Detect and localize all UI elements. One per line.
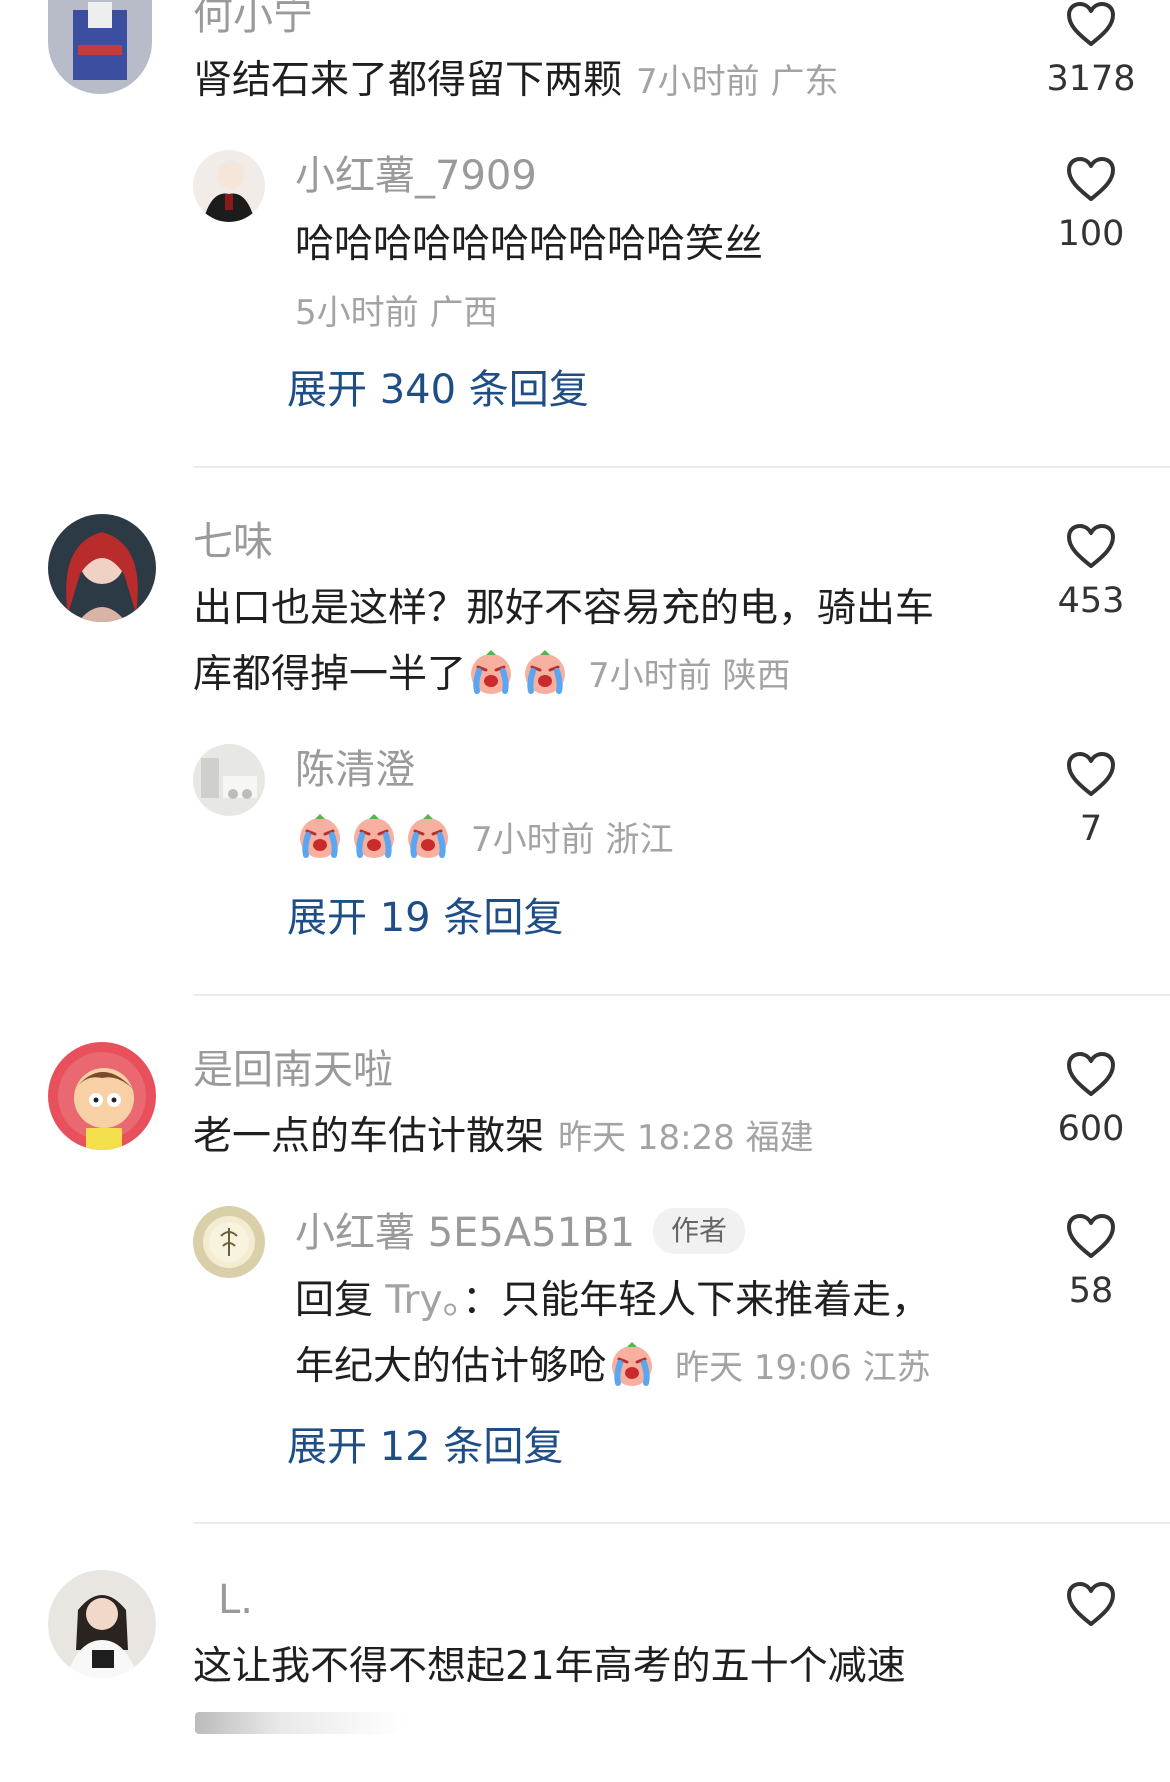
like-count: 7 xyxy=(1079,809,1103,849)
comment-body: 老一点的车估计散架 xyxy=(193,1114,545,1159)
avatar-chenqingcheng[interactable] xyxy=(193,744,265,816)
avatar-xiaohongshu-7909[interactable] xyxy=(193,150,265,222)
like-count: 600 xyxy=(1057,1109,1125,1149)
crying-face-emoji xyxy=(349,811,399,861)
avatar-huinantian[interactable] xyxy=(48,1042,156,1150)
comment-text-line2: 库都得掉一半了 7小时前 陕西 xyxy=(193,642,790,709)
avatar-xiaohongshu-5e5a51b1[interactable] xyxy=(193,1206,265,1278)
comment-body: 这让我不得不想起21年高考的五十个减速 xyxy=(193,1644,906,1689)
comment-text: 老一点的车估计散架 昨天 18:28 福建 xyxy=(193,1104,814,1171)
comment-divider xyxy=(193,466,1170,468)
commenter-name[interactable]: 七味 xyxy=(193,518,273,566)
reply-text: 7小时前 浙江 xyxy=(295,806,673,873)
heart-outline-icon xyxy=(1065,0,1117,48)
like-count: 100 xyxy=(1057,214,1125,254)
reply-like-button[interactable]: 100 xyxy=(1031,155,1151,255)
heart-outline-icon xyxy=(1065,522,1117,570)
like-count: 58 xyxy=(1068,1271,1114,1311)
reply-meta: 5小时前 广西 xyxy=(295,293,498,333)
reply-body-line2: 年纪大的估计够呛 xyxy=(295,1344,608,1389)
comment-body: 肾结石来了都得留下两颗 xyxy=(193,58,623,103)
crying-face-emoji xyxy=(466,647,516,697)
like-button[interactable]: 453 xyxy=(1031,522,1151,622)
expand-replies-button[interactable]: 展开 19 条回复 xyxy=(287,893,563,943)
avatar-qiwei[interactable] xyxy=(48,514,156,622)
comment-body-line2: 库都得掉一半了 xyxy=(193,652,467,697)
reply-text-line1: 回复 Try。：只能年轻人下来推着走， xyxy=(295,1268,930,1334)
comment-divider xyxy=(193,994,1170,996)
comment-meta: 7小时前 陕西 xyxy=(588,656,791,696)
like-count: 453 xyxy=(1057,581,1125,621)
like-button[interactable]: 600 xyxy=(1031,1050,1151,1150)
heart-outline-icon xyxy=(1065,1580,1117,1628)
comment-meta: 昨天 18:28 福建 xyxy=(558,1118,814,1158)
crying-face-emoji xyxy=(520,647,570,697)
reply-meta: 昨天 19:06 江苏 xyxy=(675,1348,931,1388)
commenter-name[interactable]: 何小宁 xyxy=(193,0,313,40)
expand-replies-button[interactable]: 展开 340 条回复 xyxy=(287,365,589,415)
expand-replies-button[interactable]: 展开 12 条回复 xyxy=(287,1422,563,1472)
heart-outline-icon xyxy=(1065,155,1117,203)
like-count: 3178 xyxy=(1046,59,1136,99)
reply-to-user[interactable]: Try。 xyxy=(385,1278,462,1323)
reply-name[interactable]: 陈清澄 xyxy=(295,746,415,794)
reply-text-line2: 年纪大的估计够呛 昨天 19:06 江苏 xyxy=(295,1334,931,1401)
reply-text: 哈哈哈哈哈哈哈哈哈哈笑丝 xyxy=(295,222,764,267)
heart-outline-icon xyxy=(1065,750,1117,798)
avatar-hexiaoning[interactable] xyxy=(48,0,152,94)
comment-body-line1: 出口也是这样？那好不容易充的电，骑出车 xyxy=(193,586,935,631)
like-button[interactable] xyxy=(1031,1580,1151,1638)
author-badge: 作者 xyxy=(653,1208,746,1254)
heart-outline-icon xyxy=(1065,1050,1117,1098)
comment-divider xyxy=(193,1522,1170,1524)
loading-placeholder xyxy=(195,1712,405,1734)
heart-outline-icon xyxy=(1065,1212,1117,1260)
crying-face-emoji xyxy=(607,1339,657,1389)
reply-meta: 7小时前 浙江 xyxy=(471,820,674,860)
avatar-l[interactable] xyxy=(48,1570,156,1678)
reply-name-row: 小红薯 5E5A51B1 作者 xyxy=(295,1208,746,1257)
reply-prefix: 回复 xyxy=(295,1278,386,1323)
commenter-name[interactable]: L. xyxy=(218,1576,253,1624)
reply-like-button[interactable]: 7 xyxy=(1031,750,1151,850)
reply-name[interactable]: 小红薯 5E5A51B1 xyxy=(295,1210,635,1256)
reply-like-button[interactable]: 58 xyxy=(1031,1212,1151,1312)
reply-body-line1: ：只能年轻人下来推着走， xyxy=(462,1278,931,1323)
reply-name[interactable]: 小红薯_7909 xyxy=(295,152,537,200)
commenter-name[interactable]: 是回南天啦 xyxy=(193,1046,393,1094)
like-button[interactable]: 3178 xyxy=(1031,0,1151,100)
comment-meta: 7小时前 广东 xyxy=(636,62,839,102)
crying-face-emoji xyxy=(295,811,345,861)
comment-text: 肾结石来了都得留下两颗 7小时前 广东 xyxy=(193,48,838,115)
crying-face-emoji xyxy=(403,811,453,861)
